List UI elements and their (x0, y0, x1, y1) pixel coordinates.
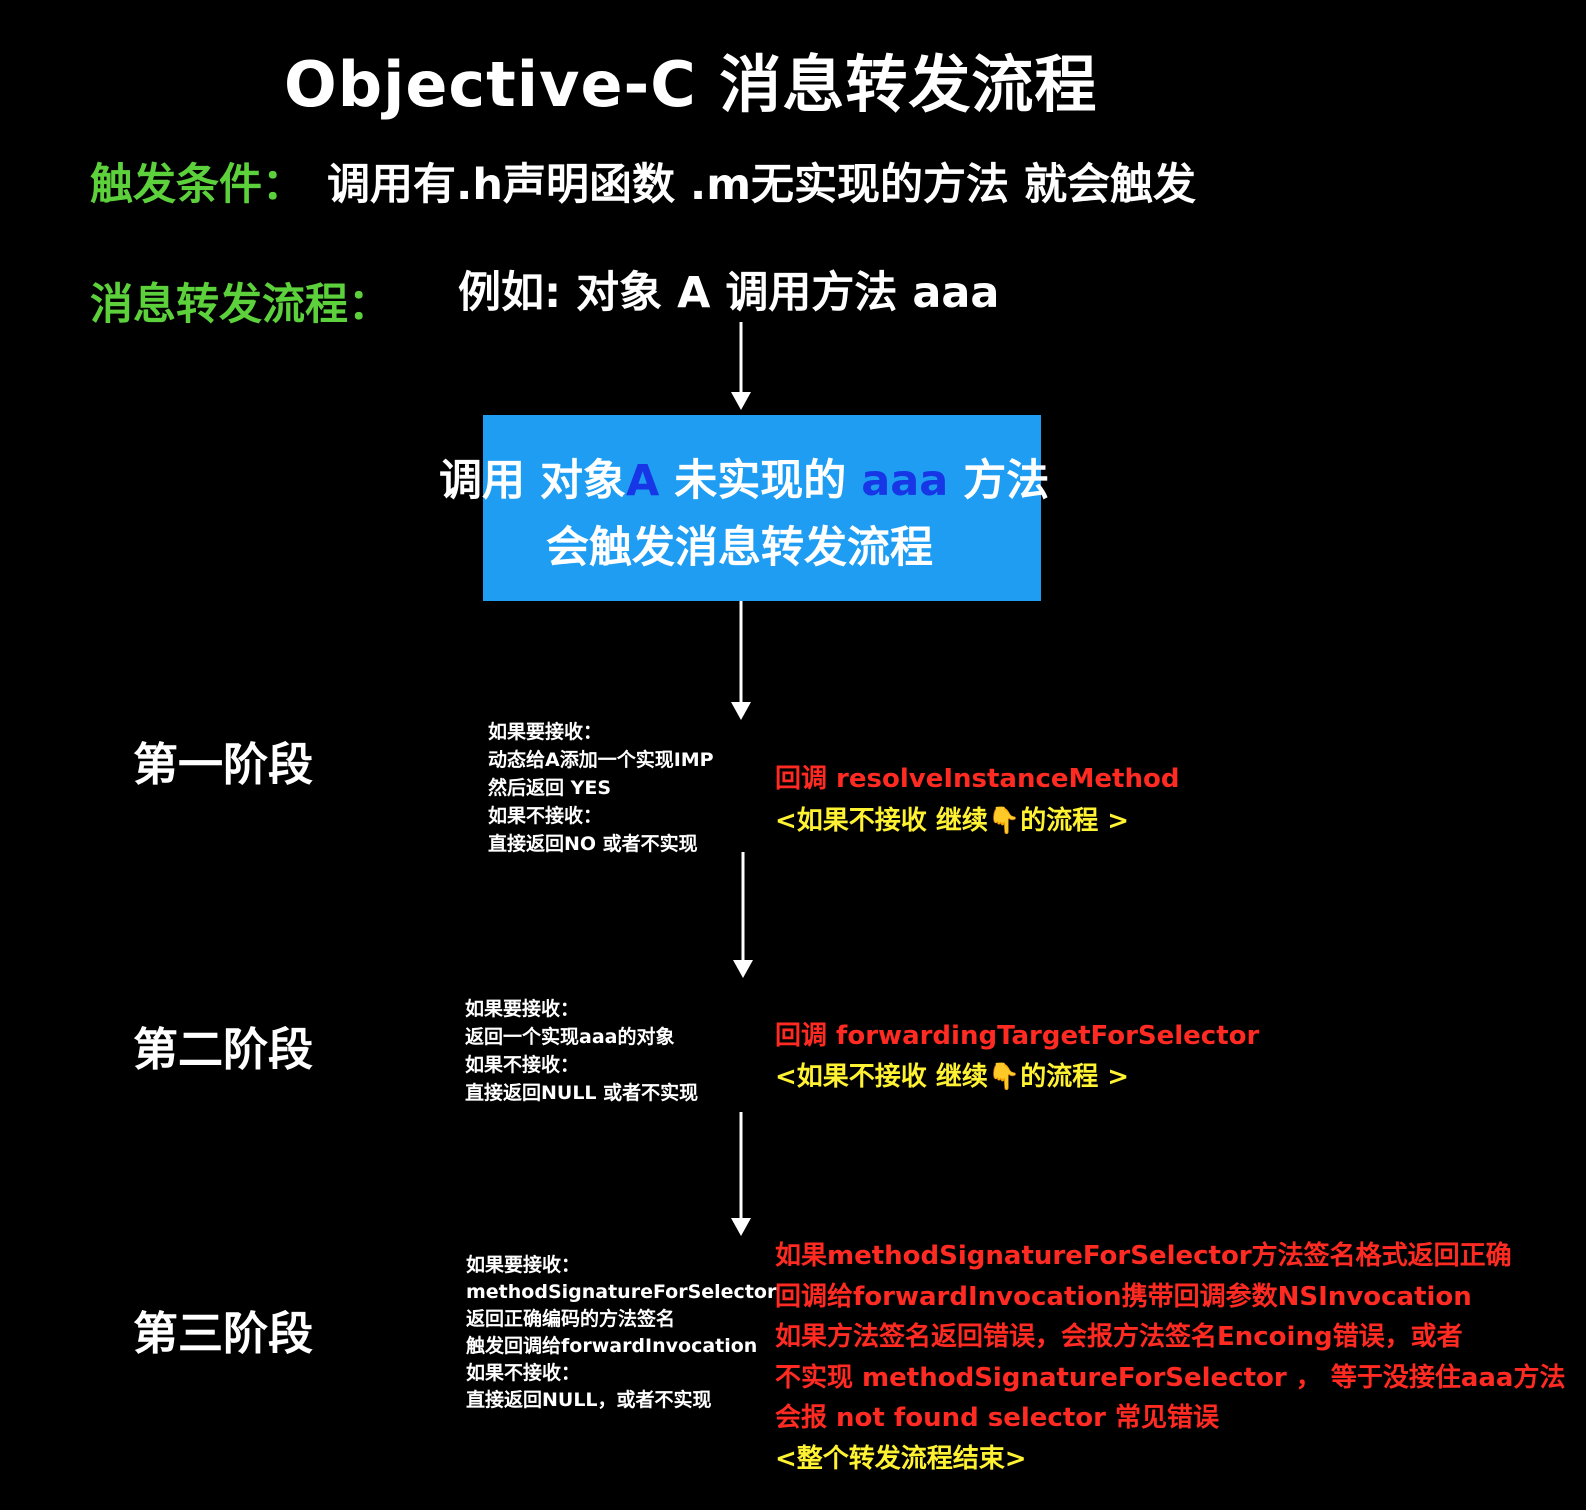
trigger-condition-text: 调用有.h声明函数 .m无实现的方法 就会触发 (327, 160, 1197, 210)
stage-2-label: 第二阶段 (133, 1023, 314, 1076)
callback-line: 不实现 methodSignatureForSelector ， 等于没接住aa… (775, 1362, 1566, 1393)
stage-3-label: 第三阶段 (133, 1307, 314, 1360)
box-text-a: 调用 对象 (439, 456, 626, 506)
note-line: 如果不接收： (488, 805, 603, 827)
note-line: 如果不接收： (466, 1362, 581, 1384)
arrow-2 (731, 593, 751, 720)
trigger-condition-label: 触发条件： (90, 160, 305, 210)
callback-line: 会报 not found selector 常见错误 (775, 1403, 1219, 1433)
stage-1-notes: 如果要接收： 动态给A添加一个实现IMP 然后返回 YES 如果不接收： 直接返… (488, 718, 714, 858)
box-text-e: 方法 (948, 456, 1050, 506)
stage-2-notes: 如果要接收： 返回一个实现aaa的对象 如果不接收： 直接返回NULL 或者不实… (465, 995, 698, 1107)
stage-2-callback: 回调 forwardingTargetForSelector (775, 1021, 1260, 1051)
note-line: methodSignatureForSelector (466, 1281, 777, 1303)
note-line: 如果不接收： (465, 1054, 580, 1076)
stage-1-continue: <如果不接收 继续👇的流程 > (775, 806, 1130, 836)
note-line: 如果要接收： (465, 998, 580, 1020)
flow-label: 消息转发流程： (90, 280, 391, 330)
stage-1-label: 第一阶段 (133, 738, 314, 791)
note-line: 返回正确编码的方法签名 (466, 1308, 676, 1330)
note-line: 如果要接收： (488, 721, 603, 743)
stage-3-callback: 如果methodSignatureForSelector方法签名格式返回正确 回… (775, 1236, 1565, 1479)
page-title: Objective-C 消息转发流程 (284, 48, 1098, 121)
box-method-name: aaa (861, 456, 949, 506)
callback-line: 回调给forwardInvocation携带回调参数NSInvocation (775, 1281, 1472, 1312)
note-line: 直接返回NULL，或者不实现 (466, 1389, 712, 1411)
stage-3-notes: 如果要接收： methodSignatureForSelector 返回正确编码… (466, 1252, 776, 1414)
trigger-box-line1: 调用 对象A 未实现的 aaa 方法 (439, 446, 1049, 508)
box-object-name: A (625, 456, 660, 506)
note-line: 返回一个实现aaa的对象 (465, 1026, 675, 1048)
flow-end-text: <整个转发流程结束> (775, 1443, 1027, 1474)
note-line: 如果要接收： (466, 1254, 581, 1276)
stage-2-continue: <如果不接收 继续👇的流程 > (775, 1062, 1130, 1092)
example-text: 例如: 对象 A 调用方法 aaa (458, 268, 1000, 318)
trigger-box-line2: 会触发消息转发流程 (546, 523, 933, 573)
note-line: 触发回调给forwardInvocation (466, 1335, 758, 1357)
callback-line: 如果方法签名返回错误，会报方法签名Encoing错误，或者 (775, 1322, 1463, 1352)
arrow-3 (733, 852, 753, 978)
stage-1-callback: 回调 resolveInstanceMethod (775, 764, 1180, 794)
callback-line: 如果methodSignatureForSelector方法签名格式返回正确 (775, 1241, 1512, 1271)
note-line: 直接返回NO 或者不实现 (488, 833, 698, 855)
note-line: 动态给A添加一个实现IMP (488, 749, 714, 771)
note-line: 然后返回 YES (488, 777, 612, 799)
box-text-c: 未实现的 (659, 456, 862, 506)
note-line: 直接返回NULL 或者不实现 (465, 1082, 699, 1104)
arrow-1 (731, 322, 751, 410)
arrow-4 (731, 1112, 751, 1236)
